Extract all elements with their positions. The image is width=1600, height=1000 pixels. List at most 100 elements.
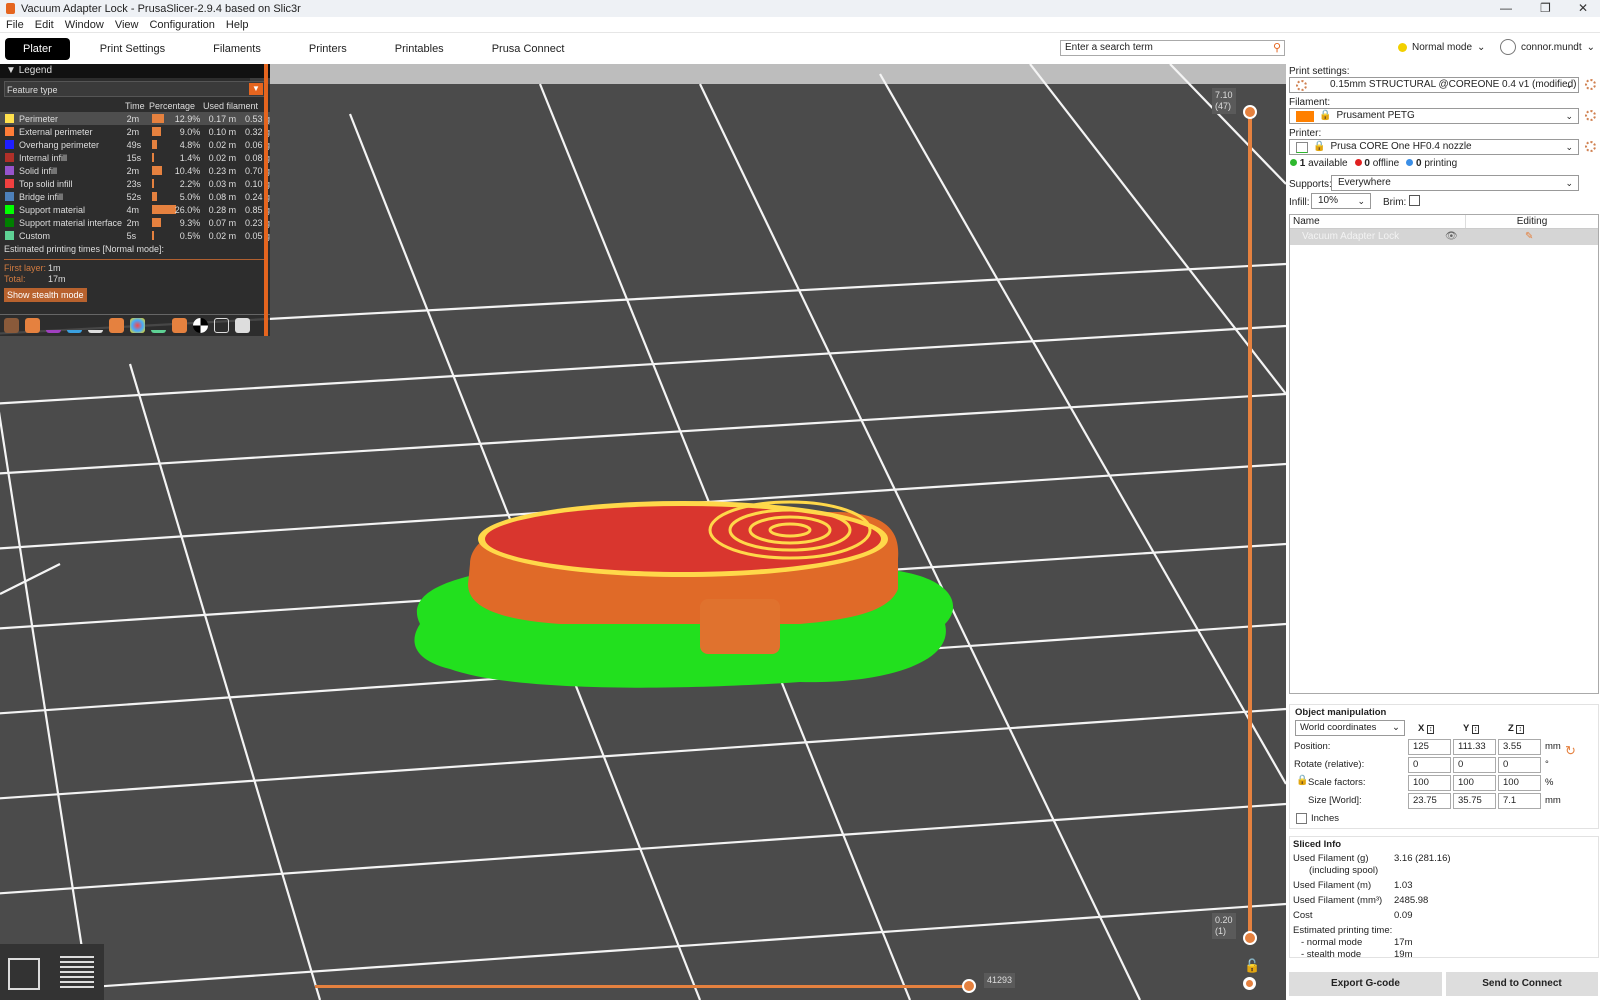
sliced-info-value: 1.03 [1394,880,1413,891]
feature-color-swatch [5,127,14,136]
coordinates-select[interactable]: World coordinates ⌄ [1295,720,1405,736]
unlock-icon[interactable]: 🔓 [1244,958,1260,974]
grid-line [0,902,1286,995]
layers-view-icon[interactable] [60,956,94,990]
legend-scrollbar[interactable] [264,64,268,336]
search-input[interactable]: Enter a search term ⚲ [1060,40,1285,56]
legend-row[interactable]: Top solid infill 23s 2.2% 0.03 m 0.10 g [0,177,270,190]
total-label: Total: [4,274,26,284]
legend-row[interactable]: Support material 4m 26.0% 0.28 m 0.85 g [0,203,270,216]
legend-row[interactable]: Bridge infill 52s 5.0% 0.08 m 0.24 g [0,190,270,203]
menu-window[interactable]: Window [65,19,104,31]
supports-select[interactable]: Everywhere ⌄ [1331,175,1579,191]
tool-marker-icon[interactable] [235,318,250,333]
menu-configuration[interactable]: Configuration [149,19,214,31]
legend-row[interactable]: Solid infill 2m 10.4% 0.23 m 0.70 g [0,164,270,177]
move-slider[interactable] [315,985,970,988]
manip-field[interactable]: 23.75 [1408,793,1451,809]
color-changes-icon[interactable] [130,318,145,333]
legend-row[interactable]: Internal infill 15s 1.4% 0.02 m 0.08 g [0,151,270,164]
search-icon[interactable]: ⚲ [1273,41,1281,55]
tab-filaments[interactable]: Filaments [195,38,279,60]
wipe-icon[interactable] [25,318,40,333]
manip-field[interactable]: 3.55 [1498,739,1541,755]
manip-field[interactable]: 100 [1498,775,1541,791]
reset-rotation-icon[interactable]: ↻ [1565,743,1576,759]
tab-plater[interactable]: Plater [5,37,70,60]
legend-row[interactable]: Perimeter 2m 12.9% 0.17 m 0.53 g [0,112,270,125]
brim-checkbox[interactable] [1409,195,1420,206]
manip-field[interactable]: 100 [1453,775,1496,791]
mode-dot-icon [1398,43,1407,52]
legend-header[interactable]: ▼ Legend [0,64,270,78]
tab-print-settings[interactable]: Print Settings [82,38,183,60]
shells-icon[interactable] [214,318,229,333]
travel-icon[interactable] [4,318,19,333]
layer-slider-bottom-handle[interactable] [1243,931,1257,945]
legend-row[interactable]: External perimeter 2m 9.0% 0.10 m 0.32 g [0,125,270,138]
printer-select[interactable]: 🔒 Prusa CORE One HF0.4 nozzle ⌄ [1289,139,1579,155]
layer-slider-top-handle[interactable] [1243,105,1257,119]
show-stealth-mode-button[interactable]: Show stealth mode [4,288,87,302]
legend-row[interactable]: Support material interface 2m 9.3% 0.07 … [0,216,270,229]
sliced-info-value: 2485.98 [1394,895,1429,906]
percentage-bar [152,179,155,188]
menu-view[interactable]: View [115,19,139,31]
export-gcode-button[interactable]: Export G-code [1289,972,1442,996]
object-row[interactable]: Vacuum Adapter Lock 👁 ✎ [1290,229,1598,245]
status-dot-icon [1354,159,1362,166]
visibility-eye-icon[interactable]: 👁 [1445,229,1458,245]
center-of-gravity-icon[interactable] [193,318,208,333]
legend-row[interactable]: Custom 5s 0.5% 0.02 m 0.05 g [0,229,270,242]
custom-gcode-icon[interactable] [172,318,187,333]
infill-select[interactable]: 10% ⌄ [1311,193,1371,209]
manip-field[interactable]: 0 [1453,757,1496,773]
inches-checkbox[interactable] [1296,813,1307,824]
knob [700,599,780,654]
menu-file[interactable]: File [6,19,24,31]
scale-lock-icon[interactable]: 🔒 [1296,775,1308,786]
manip-field[interactable]: 35.75 [1453,793,1496,809]
manip-field[interactable]: 111.33 [1453,739,1496,755]
sliced-info-label: (including spool) [1309,865,1379,876]
minimize-button[interactable]: — [1500,1,1512,15]
manip-field[interactable]: 100 [1408,775,1451,791]
tab-printers[interactable]: Printers [291,38,365,60]
drop-to-bed-icon[interactable]: ↕ [1426,725,1435,734]
drop-to-bed-icon[interactable]: ↕ [1516,725,1524,734]
mode-selector[interactable]: Normal mode ⌄ [1398,42,1485,53]
send-to-connect-button[interactable]: Send to Connect [1446,972,1598,996]
slider-settings-icon[interactable] [1243,977,1256,990]
manip-unit: mm [1545,741,1561,752]
user-name: connor.mundt [1521,41,1582,53]
menu-edit[interactable]: Edit [35,19,54,31]
3d-view-icon[interactable] [8,958,40,990]
printer-gear-icon[interactable] [1585,141,1596,152]
manip-field[interactable]: 0 [1498,757,1541,773]
seams-icon[interactable] [88,318,103,333]
drop-to-bed-icon[interactable]: ↕ [1471,725,1480,734]
tab-prusa-connect[interactable]: Prusa Connect [474,38,583,60]
deretractions-icon[interactable] [67,318,82,333]
maximize-button[interactable]: ❐ [1540,1,1551,15]
user-menu[interactable]: connor.mundt ⌄ [1500,39,1595,55]
print-settings-gear-icon[interactable] [1585,79,1596,90]
tab-printables[interactable]: Printables [377,38,462,60]
layer-slider[interactable] [1248,112,1252,938]
menu-help[interactable]: Help [226,19,249,31]
move-slider-handle[interactable] [962,979,976,993]
filament-gear-icon[interactable] [1585,110,1596,121]
manip-field[interactable]: 0 [1408,757,1451,773]
filament-select[interactable]: 🔒 Prusament PETG ⌄ [1289,108,1579,124]
feature-color-swatch [5,114,14,123]
retractions-icon[interactable] [46,318,61,333]
pause-prints-icon[interactable] [151,318,166,333]
view-type-select[interactable]: Feature type ▼ [4,81,266,97]
print-settings-select[interactable]: 0.15mm STRUCTURAL @COREONE 0.4 v1 (modif… [1289,77,1579,93]
manip-field[interactable]: 7.1 [1498,793,1541,809]
tool-changes-icon[interactable] [109,318,124,333]
close-button[interactable]: ✕ [1578,1,1588,15]
legend-row[interactable]: Overhang perimeter 49s 4.8% 0.02 m 0.06 … [0,138,270,151]
edit-settings-icon[interactable]: ✎ [1525,229,1533,245]
manip-field[interactable]: 125 [1408,739,1451,755]
